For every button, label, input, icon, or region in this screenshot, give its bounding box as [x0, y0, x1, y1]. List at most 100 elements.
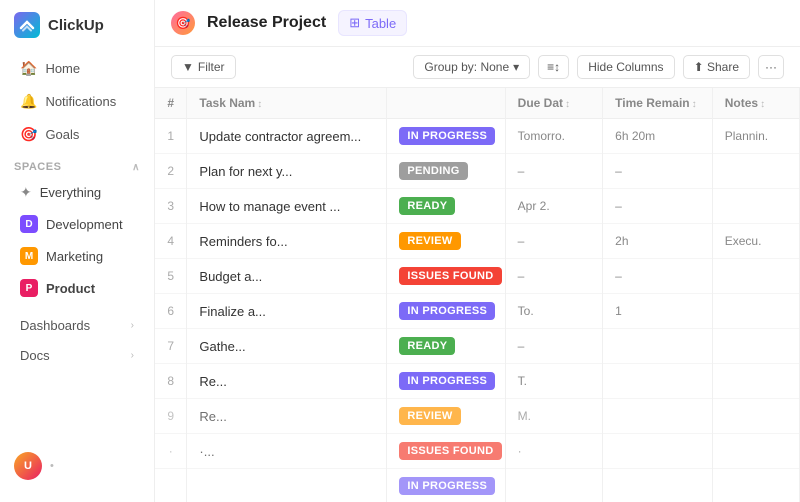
status-badge: IN PROGRESS — [399, 477, 495, 495]
group-by-button[interactable]: Group by: None ▾ — [413, 55, 530, 79]
status-cell: READY — [387, 329, 505, 364]
task-name-cell[interactable]: Re... — [187, 364, 387, 399]
table-row[interactable]: 2Plan for next y...PENDING–– — [155, 154, 800, 189]
col-task-name[interactable]: Task Nam↕ — [187, 88, 387, 119]
logo-icon — [14, 12, 40, 38]
due-date-cell: To. — [505, 294, 602, 329]
notes-cell — [712, 154, 799, 189]
status-cell: READY — [387, 189, 505, 224]
status-cell: IN PROGRESS — [387, 294, 505, 329]
sidebar-item-product[interactable]: P Product — [6, 273, 148, 303]
sidebar-nav-goals[interactable]: 🎯 Goals — [6, 119, 148, 150]
table-row[interactable]: 5Budget a...ISSUES FOUND–– — [155, 259, 800, 294]
due-date-cell: – — [505, 154, 602, 189]
status-cell: PENDING — [387, 154, 505, 189]
task-name-cell[interactable]: Budget a... — [187, 259, 387, 294]
status-badge: ISSUES FOUND — [399, 267, 501, 285]
notes-cell — [712, 469, 799, 502]
task-name-cell[interactable]: Re... — [187, 399, 387, 434]
share-icon: ⬆ — [694, 60, 704, 74]
table-row[interactable]: 8Re...IN PROGRESST. — [155, 364, 800, 399]
main-content: 🎯 Release Project ⊞ Table ▼ Filter Group… — [155, 0, 800, 502]
notes-cell: Plannin. — [712, 119, 799, 154]
task-name-cell[interactable]: ·... — [187, 434, 387, 469]
row-num: 9 — [155, 399, 187, 434]
table-header: # Task Nam↕ Due Dat↕ Time Remain↕ Notes↕ — [155, 88, 800, 119]
sidebar-item-everything[interactable]: ✦ Everything — [6, 178, 148, 207]
due-date-cell: – — [505, 329, 602, 364]
due-date-cell: – — [505, 224, 602, 259]
time-remaining-cell: 6h 20m — [603, 119, 713, 154]
more-icon: ··· — [765, 60, 777, 74]
sidebar: ClickUp 🏠 Home 🔔 Notifications 🎯 Goals S… — [0, 0, 155, 502]
task-name-cell[interactable]: How to manage event ... — [187, 189, 387, 224]
task-name-cell[interactable]: Finalize a... — [187, 294, 387, 329]
filter-button[interactable]: ▼ Filter — [171, 55, 236, 79]
nav-home-label: Home — [45, 61, 80, 76]
notes-cell — [712, 329, 799, 364]
main-header: 🎯 Release Project ⊞ Table — [155, 0, 800, 47]
table-row[interactable]: 1Update contractor agreem...IN PROGRESST… — [155, 119, 800, 154]
filter-icon: ▼ — [182, 60, 194, 74]
share-button[interactable]: ⬆ Share — [683, 55, 750, 79]
col-time-remaining[interactable]: Time Remain↕ — [603, 88, 713, 119]
sidebar-nav-home[interactable]: 🏠 Home — [6, 53, 148, 84]
table-row[interactable]: 6Finalize a...IN PROGRESSTo.1 — [155, 294, 800, 329]
everything-icon: ✦ — [20, 184, 32, 201]
time-remaining-cell — [603, 434, 713, 469]
user-dot: • — [50, 460, 54, 472]
dropdown-icon: ▾ — [513, 60, 519, 74]
row-num: 6 — [155, 294, 187, 329]
nav-notifications-label: Notifications — [45, 94, 116, 109]
table-view-tab[interactable]: ⊞ Table — [338, 10, 407, 36]
task-name-cell[interactable] — [187, 469, 387, 502]
table-row[interactable]: 7Gathe...READY– — [155, 329, 800, 364]
due-date-cell — [505, 469, 602, 502]
status-badge: READY — [399, 337, 455, 355]
time-remaining-cell: 2h — [603, 224, 713, 259]
due-date-cell: M. — [505, 399, 602, 434]
sidebar-user[interactable]: U • — [0, 442, 154, 490]
development-label: Development — [46, 217, 123, 232]
status-cell: IN PROGRESS — [387, 364, 505, 399]
sidebar-item-development[interactable]: D Development — [6, 209, 148, 239]
everything-label: Everything — [40, 185, 101, 200]
sidebar-item-marketing[interactable]: M Marketing — [6, 241, 148, 271]
table-row[interactable]: ··...ISSUES FOUND· — [155, 434, 800, 469]
table-row[interactable]: 3How to manage event ...READYApr 2.– — [155, 189, 800, 224]
time-remaining-cell — [603, 469, 713, 502]
row-num: 2 — [155, 154, 187, 189]
bell-icon: 🔔 — [20, 93, 37, 110]
sidebar-nav-notifications[interactable]: 🔔 Notifications — [6, 86, 148, 117]
more-options-button[interactable]: ··· — [758, 55, 784, 79]
sidebar-item-dashboards[interactable]: Dashboards › — [6, 311, 148, 340]
sort-button[interactable]: ≡↕ — [538, 55, 569, 79]
row-num: 1 — [155, 119, 187, 154]
sidebar-item-docs[interactable]: Docs › — [6, 341, 148, 370]
task-table: # Task Nam↕ Due Dat↕ Time Remain↕ Notes↕… — [155, 88, 800, 502]
time-remaining-cell — [603, 329, 713, 364]
status-badge: REVIEW — [399, 232, 460, 250]
due-date-cell: T. — [505, 364, 602, 399]
status-badge: IN PROGRESS — [399, 127, 495, 145]
development-dot: D — [20, 215, 38, 233]
app-logo[interactable]: ClickUp — [0, 12, 154, 52]
product-label: Product — [46, 281, 95, 296]
col-due-date[interactable]: Due Dat↕ — [505, 88, 602, 119]
task-name-cell[interactable]: Plan for next y... — [187, 154, 387, 189]
time-remaining-cell: – — [603, 189, 713, 224]
table-row[interactable]: IN PROGRESS — [155, 469, 800, 502]
home-icon: 🏠 — [20, 60, 37, 77]
table-row[interactable]: 4Reminders fo...REVIEW–2hExecu. — [155, 224, 800, 259]
project-title: Release Project — [207, 14, 326, 32]
task-name-cell[interactable]: Reminders fo... — [187, 224, 387, 259]
task-name-cell[interactable]: Gathe... — [187, 329, 387, 364]
col-notes[interactable]: Notes↕ — [712, 88, 799, 119]
row-num: 3 — [155, 189, 187, 224]
status-cell: ISSUES FOUND — [387, 259, 505, 294]
task-name-cell[interactable]: Update contractor agreem... — [187, 119, 387, 154]
product-dot: P — [20, 279, 38, 297]
hide-columns-button[interactable]: Hide Columns — [577, 55, 674, 79]
dashboards-chevron: › — [131, 320, 134, 331]
table-row[interactable]: 9Re...REVIEWM. — [155, 399, 800, 434]
